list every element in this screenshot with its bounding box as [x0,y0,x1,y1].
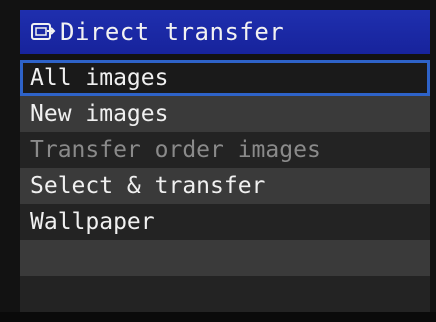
menu-empty-row [20,276,430,312]
transfer-menu: All images New images Transfer order ima… [20,60,430,312]
screen-bottom-edge [0,312,436,322]
menu-item-label: Select & transfer [30,173,266,199]
transfer-icon [30,21,56,43]
title-bar: Direct transfer [20,10,430,54]
menu-item-transfer-order-images: Transfer order images [20,132,430,168]
menu-empty-row [20,240,430,276]
menu-item-label: New images [30,101,169,127]
menu-item-label: Transfer order images [30,137,321,163]
camera-menu-screen: Direct transfer All images New images Tr… [0,0,436,322]
menu-item-label: Wallpaper [30,209,155,235]
menu-item-all-images[interactable]: All images [20,60,430,96]
menu-item-select-and-transfer[interactable]: Select & transfer [20,168,430,204]
menu-item-new-images[interactable]: New images [20,96,430,132]
menu-item-wallpaper[interactable]: Wallpaper [20,204,430,240]
page-title: Direct transfer [60,18,285,46]
menu-item-label: All images [30,65,169,91]
